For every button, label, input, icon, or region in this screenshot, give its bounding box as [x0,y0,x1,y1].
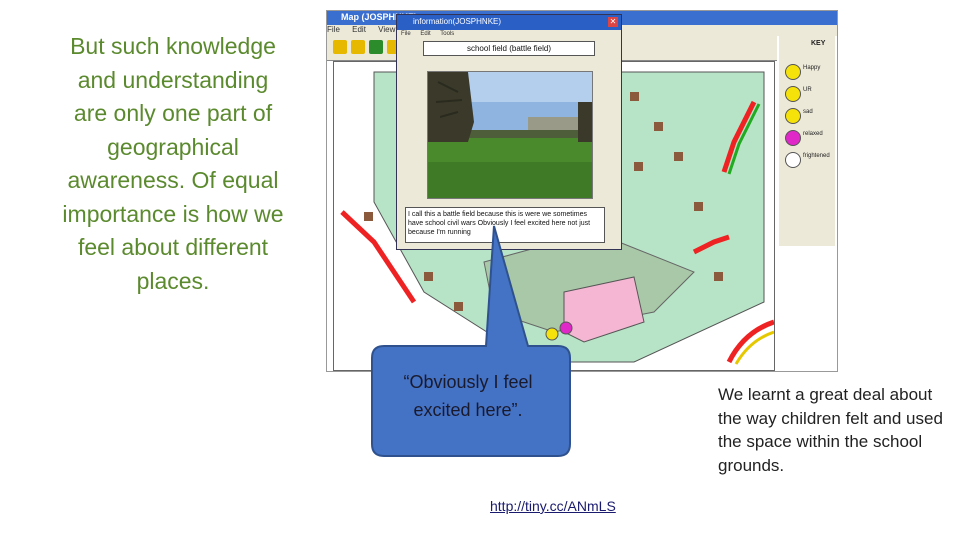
callout-quote: “Obviously I feel excited here”. [403,372,533,420]
source-link[interactable]: http://tiny.cc/ANmLS [490,498,616,514]
right-paragraph: We learnt a great deal about the way chi… [718,385,943,475]
